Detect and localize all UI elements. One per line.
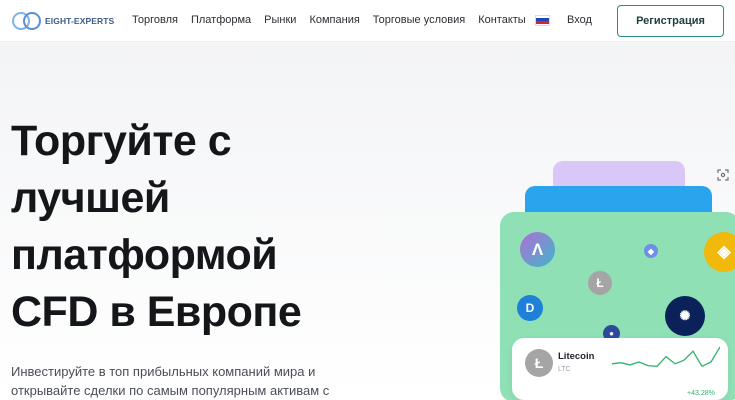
ticker-name: Litecoin: [558, 351, 595, 362]
nav-item-company[interactable]: Компания: [309, 14, 359, 26]
dash-icon: D: [517, 295, 543, 321]
litecoin-icon: Ł: [525, 349, 553, 377]
ticker-card: Ł Litecoin LTC +43.28%: [512, 338, 728, 400]
hero-headline-line: CFD в Европе: [11, 288, 302, 336]
nav-item-platform[interactable]: Платформа: [191, 14, 251, 26]
expand-icon[interactable]: [714, 166, 732, 184]
ethereum-icon: ◆: [644, 244, 658, 258]
nav-item-contacts[interactable]: Контакты: [478, 14, 526, 26]
logo-text: EIGHT-EXPERTS: [45, 16, 115, 26]
russia-flag-icon[interactable]: [534, 14, 550, 26]
site-header: EIGHT-EXPERTS Торговля Платформа Рынки К…: [0, 0, 735, 42]
hero-headline-line: Торгуйте с: [11, 117, 232, 165]
hero-headline-line: платформой: [11, 231, 278, 279]
ticker-symbol: LTC: [558, 366, 571, 373]
logo[interactable]: EIGHT-EXPERTS: [12, 10, 114, 32]
main-nav: Торговля Платформа Рынки Компания Торгов…: [132, 14, 550, 26]
aave-icon: Λ: [520, 232, 555, 267]
nav-item-markets[interactable]: Рынки: [264, 14, 296, 26]
nav-item-trading-conditions[interactable]: Торговые условия: [373, 14, 465, 26]
cardano-icon: ✺: [665, 296, 705, 336]
logo-icon: [12, 11, 42, 31]
register-button[interactable]: Регистрация: [617, 5, 724, 37]
ticker-sparkline: [612, 346, 720, 368]
hero-subtext: Инвестируйте в топ прибыльных компаний м…: [11, 364, 330, 398]
hero-headline: Торгуйте с лучшей платформой CFD в Европ…: [11, 113, 331, 341]
hero-headline-line: лучшей: [11, 174, 170, 222]
nav-item-trading[interactable]: Торговля: [132, 14, 178, 26]
litecoin-icon: Ł: [588, 271, 612, 295]
ticker-change: +43.28%: [687, 390, 715, 397]
login-link[interactable]: Вход: [567, 14, 592, 26]
